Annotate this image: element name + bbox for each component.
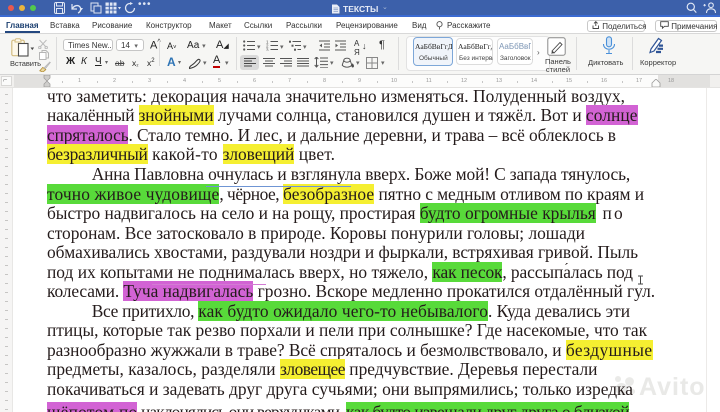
svg-text:Avito: Avito — [639, 373, 706, 398]
svg-text:3: 3 — [266, 47, 269, 51]
